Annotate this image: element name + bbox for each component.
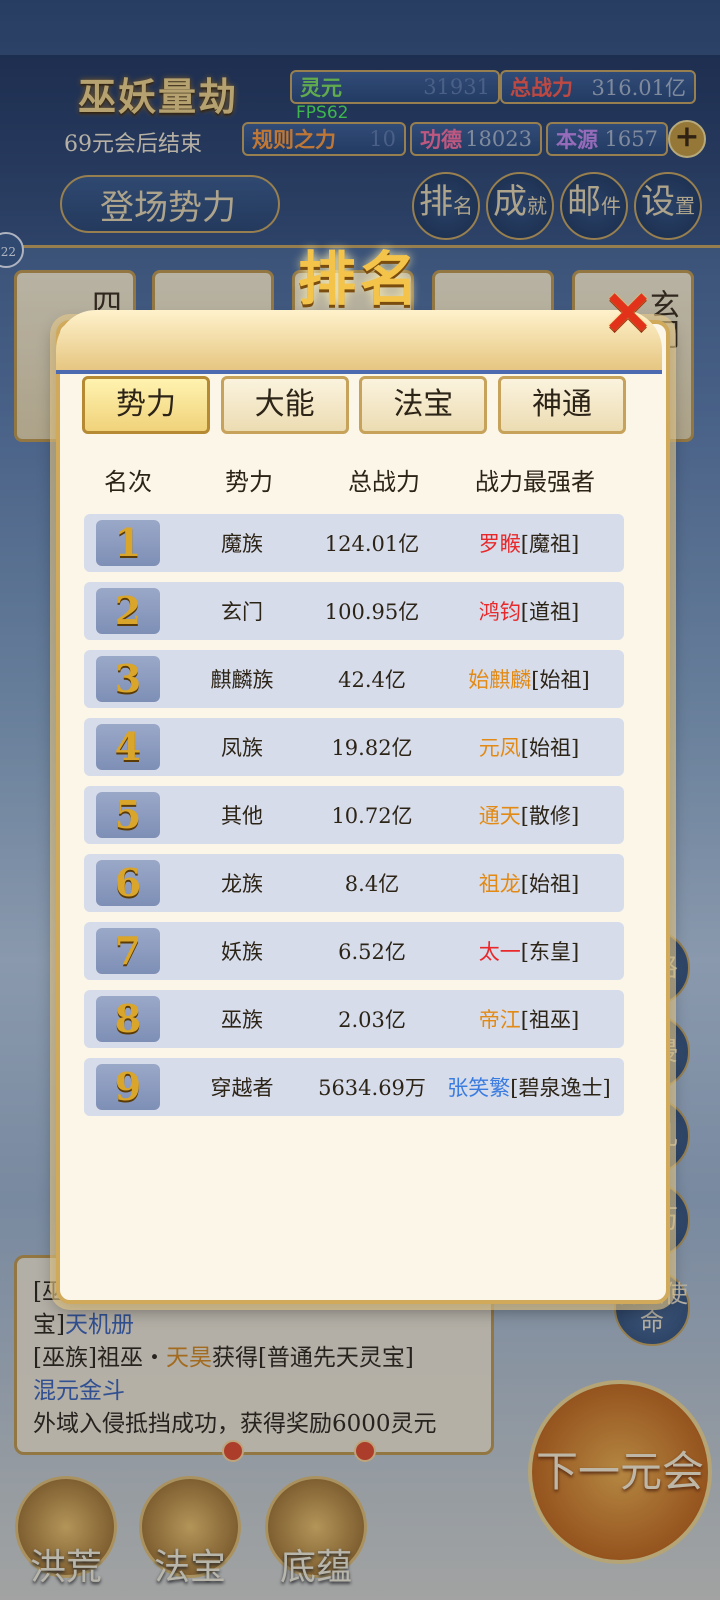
rank-total-power: 5634.69万 bbox=[318, 1076, 426, 1100]
ranking-tabs: 势力 大能 法宝 神通 bbox=[82, 376, 626, 434]
rank-strongest: 张笑繁[碧泉逸士] bbox=[434, 1072, 624, 1102]
rank-strongest: 通天[散修] bbox=[434, 800, 624, 830]
rank-faction: 龙族 bbox=[221, 872, 263, 896]
rank-total-power: 100.95亿 bbox=[324, 600, 420, 624]
leader-title: [始祖] bbox=[520, 872, 580, 896]
rank-number: 7 bbox=[96, 928, 160, 974]
table-row[interactable]: 4 凤族 19.82亿 元凤[始祖] bbox=[84, 718, 624, 776]
modal-title: 排名 bbox=[297, 245, 422, 313]
leader-title: [魔祖] bbox=[520, 532, 580, 556]
table-row[interactable]: 9 穿越者 5634.69万 张笑繁[碧泉逸士] bbox=[84, 1058, 624, 1116]
table-row[interactable]: 8 巫族 2.03亿 帝江[祖巫] bbox=[84, 990, 624, 1048]
rank-number: 3 bbox=[96, 656, 160, 702]
leader-name: 鸿钧 bbox=[478, 600, 521, 624]
header-faction: 势力 bbox=[225, 468, 273, 496]
header-total-power: 总战力 bbox=[348, 468, 420, 496]
leader-name: 太一 bbox=[478, 940, 521, 964]
rank-faction: 魔族 bbox=[221, 532, 263, 556]
tab-faction[interactable]: 势力 bbox=[82, 376, 210, 434]
leader-name: 始麒麟 bbox=[468, 668, 532, 692]
rank-number: 9 bbox=[96, 1064, 160, 1110]
table-row[interactable]: 7 妖族 6.52亿 太一[东皇] bbox=[84, 922, 624, 980]
rank-faction: 巫族 bbox=[221, 1008, 263, 1032]
rank-faction: 玄门 bbox=[221, 600, 263, 624]
rank-strongest: 罗睺[魔祖] bbox=[434, 528, 624, 558]
header-strongest: 战力最强者 bbox=[475, 468, 595, 496]
rank-total-power: 19.82亿 bbox=[331, 736, 413, 760]
leader-name: 祖龙 bbox=[478, 872, 521, 896]
rank-number: 4 bbox=[96, 724, 160, 770]
modal-book-header bbox=[56, 310, 662, 374]
leader-title: [道祖] bbox=[520, 600, 580, 624]
leader-name: 张笑繁 bbox=[447, 1076, 511, 1100]
header-rank: 名次 bbox=[104, 468, 152, 496]
leader-title: [散修] bbox=[520, 804, 580, 828]
rank-number: 1 bbox=[96, 520, 160, 566]
leader-title: [始祖] bbox=[531, 668, 590, 692]
tab-treasure[interactable]: 法宝 bbox=[359, 376, 488, 434]
rank-number: 5 bbox=[96, 792, 160, 838]
rank-total-power: 8.4亿 bbox=[344, 872, 400, 896]
rank-number: 6 bbox=[96, 860, 160, 906]
table-row[interactable]: 5 其他 10.72亿 通天[散修] bbox=[84, 786, 624, 844]
tab-great-power[interactable]: 大能 bbox=[220, 376, 349, 434]
leader-title: [东皇] bbox=[520, 940, 580, 964]
leader-title: [祖巫] bbox=[520, 1008, 580, 1032]
rank-total-power: 2.03亿 bbox=[338, 1008, 406, 1032]
leader-title: [碧泉逸士] bbox=[510, 1076, 611, 1100]
tab-divine-skill[interactable]: 神通 bbox=[497, 376, 626, 434]
ranking-list: 1 魔族 124.01亿 罗睺[魔祖] 2 玄门 100.95亿 鸿钧[道祖] 3 麒麟族 42.4… bbox=[84, 514, 624, 1126]
rank-number: 2 bbox=[96, 588, 160, 634]
close-icon[interactable]: ✕ bbox=[596, 282, 660, 346]
rank-strongest: 祖龙[始祖] bbox=[434, 868, 624, 898]
table-row[interactable]: 2 玄门 100.95亿 鸿钧[道祖] bbox=[84, 582, 624, 640]
rank-strongest: 鸿钧[道祖] bbox=[434, 596, 624, 626]
rank-total-power: 6.52亿 bbox=[338, 940, 406, 964]
leader-name: 元凤 bbox=[478, 736, 521, 760]
leader-title: [始祖] bbox=[520, 736, 580, 760]
rank-strongest: 帝江[祖巫] bbox=[434, 1004, 624, 1034]
leader-name: 帝江 bbox=[478, 1008, 521, 1032]
rank-strongest: 太一[东皇] bbox=[434, 936, 624, 966]
rank-faction: 其他 bbox=[221, 804, 263, 828]
rank-faction: 穿越者 bbox=[210, 1076, 274, 1100]
table-row[interactable]: 3 麒麟族 42.4亿 始麒麟[始祖] bbox=[84, 650, 624, 708]
rank-faction: 凤族 bbox=[221, 736, 263, 760]
leader-name: 通天 bbox=[478, 804, 521, 828]
rank-total-power: 124.01亿 bbox=[324, 532, 420, 556]
rank-strongest: 元凤[始祖] bbox=[434, 732, 624, 762]
table-row[interactable]: 6 龙族 8.4亿 祖龙[始祖] bbox=[84, 854, 624, 912]
rank-faction: 妖族 bbox=[221, 940, 263, 964]
table-row[interactable]: 1 魔族 124.01亿 罗睺[魔祖] bbox=[84, 514, 624, 572]
rank-strongest: 始麒麟[始祖] bbox=[434, 664, 624, 694]
rank-total-power: 10.72亿 bbox=[331, 804, 413, 828]
leader-name: 罗睺 bbox=[478, 532, 521, 556]
rank-faction: 麒麟族 bbox=[210, 668, 274, 692]
rank-total-power: 42.4亿 bbox=[338, 668, 406, 692]
ranking-table-header: 名次 势力 总战力 战力最强者 bbox=[82, 462, 626, 497]
rank-number: 8 bbox=[96, 996, 160, 1042]
